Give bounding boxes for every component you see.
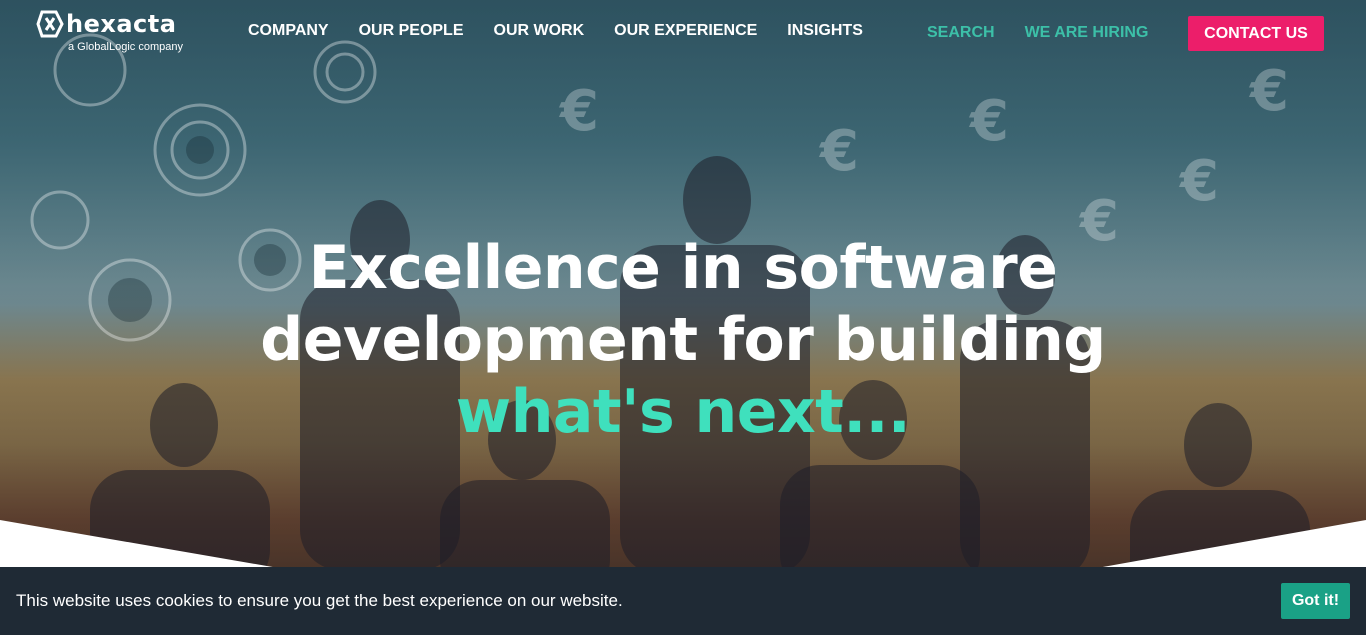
hero-line-1: Excellence in software [308, 233, 1058, 303]
secondary-nav: SEARCH WE ARE HIRING [927, 24, 1178, 42]
nav-our-experience[interactable]: OUR EXPERIENCE [614, 22, 757, 40]
svg-text:€: € [818, 119, 859, 184]
svg-text:€: € [558, 79, 599, 144]
logo-subtitle: a GlobalLogic company [68, 41, 183, 53]
hexacta-logo-icon [36, 10, 64, 38]
logo-text: hexacta [66, 10, 177, 38]
divider-right [1086, 520, 1366, 570]
logo[interactable]: hexacta a GlobalLogic company [36, 8, 186, 56]
cookie-accept-button[interactable]: Got it! [1281, 583, 1350, 619]
nav-company[interactable]: COMPANY [248, 22, 329, 40]
cookie-message: This website uses cookies to ensure you … [16, 591, 623, 610]
svg-text:€: € [968, 89, 1009, 154]
divider-left [0, 520, 290, 570]
svg-text:€: € [1178, 149, 1219, 214]
svg-text:€: € [1248, 59, 1289, 124]
hero-headline: Excellence in software development for b… [183, 232, 1183, 448]
contact-us-button[interactable]: CONTACT US [1188, 16, 1324, 51]
hero-line-2: development for building [260, 305, 1106, 375]
main-nav: COMPANY OUR PEOPLE OUR WORK OUR EXPERIEN… [248, 22, 893, 40]
nav-our-people[interactable]: OUR PEOPLE [359, 22, 464, 40]
nav-our-work[interactable]: OUR WORK [494, 22, 585, 40]
nav-we-are-hiring[interactable]: WE ARE HIRING [1025, 24, 1149, 42]
hero-accent: what's next... [455, 377, 911, 447]
cookie-banner: This website uses cookies to ensure you … [0, 567, 1366, 635]
nav-search[interactable]: SEARCH [927, 24, 995, 42]
nav-insights[interactable]: INSIGHTS [787, 22, 863, 40]
